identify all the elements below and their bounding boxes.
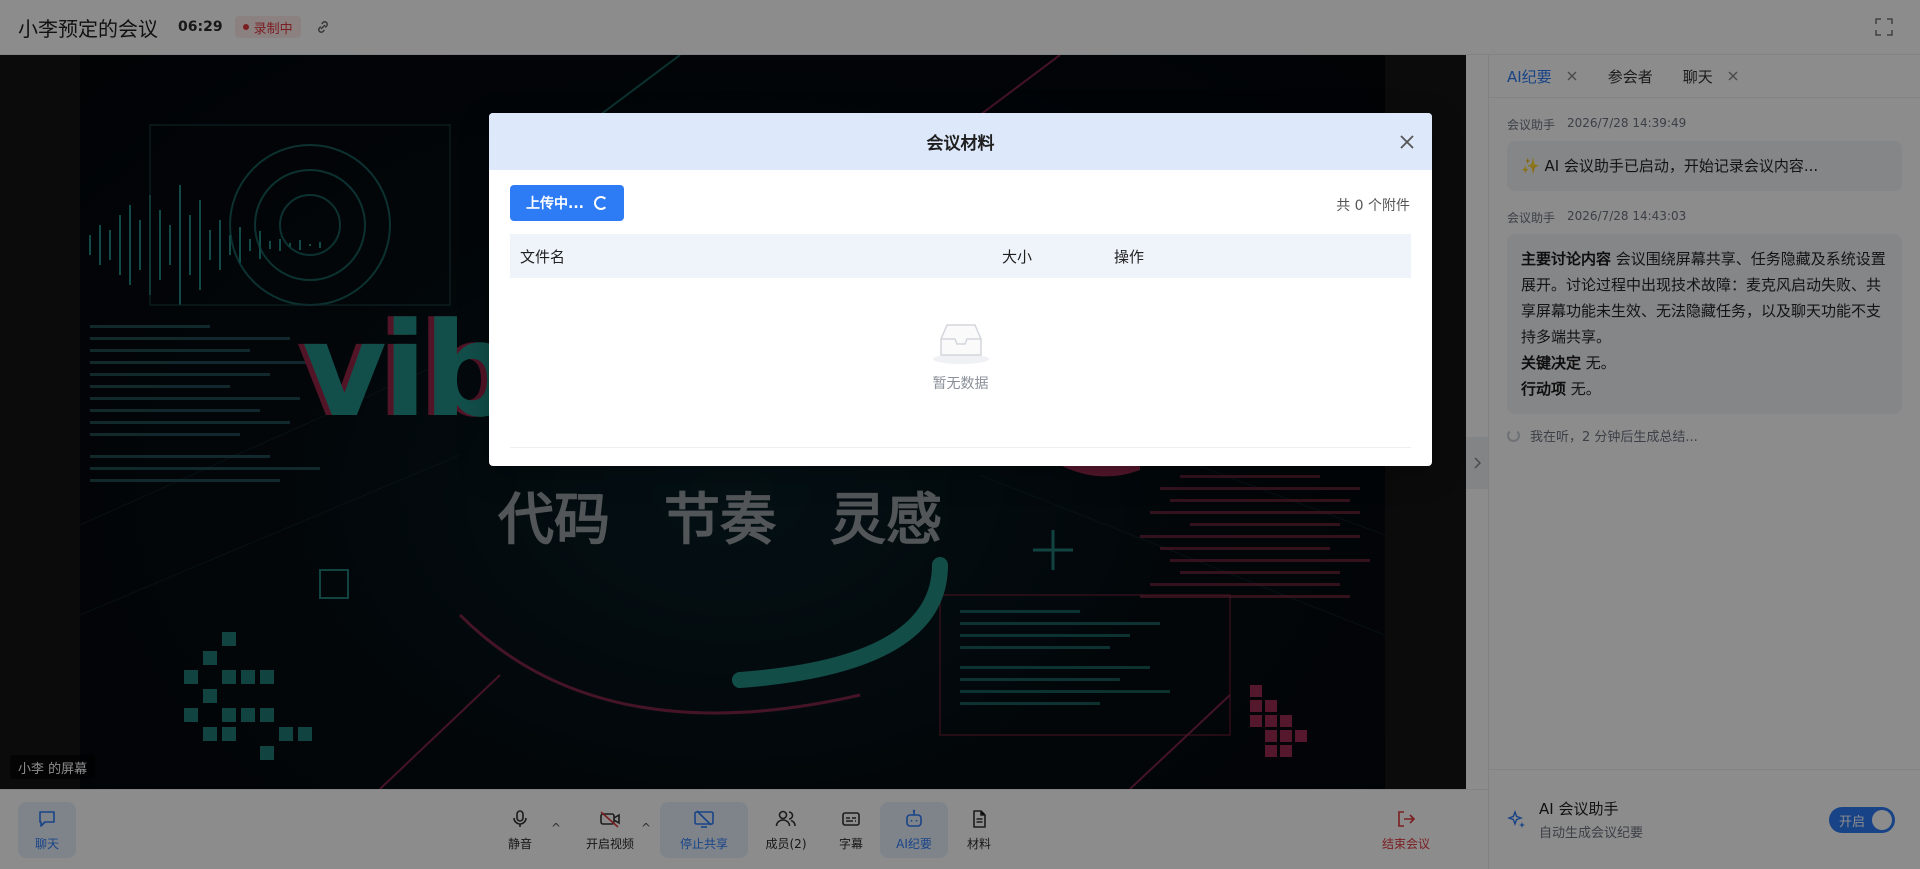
close-icon[interactable] xyxy=(1398,133,1416,151)
column-header-operation: 操作 xyxy=(1114,247,1145,266)
upload-button[interactable]: 上传中... xyxy=(510,185,624,221)
table-divider xyxy=(510,447,1411,448)
dialog-header: 会议材料 xyxy=(489,113,1432,170)
empty-text: 暂无数据 xyxy=(932,376,989,392)
column-header-name: 文件名 xyxy=(520,247,566,266)
table-header: 文件名 大小 操作 xyxy=(510,234,1411,278)
upload-label: 上传中... xyxy=(526,196,584,212)
materials-dialog: 会议材料 上传中... 共 0 个附件 文件名 大小 操作 暂无数据 xyxy=(489,113,1432,466)
empty-inbox-icon xyxy=(932,324,989,364)
empty-state: 暂无数据 xyxy=(489,319,1432,393)
column-header-size: 大小 xyxy=(1002,247,1033,266)
loading-spinner-icon xyxy=(593,196,608,210)
attachment-count: 共 0 个附件 xyxy=(1336,198,1410,214)
dialog-title: 会议材料 xyxy=(926,134,995,154)
